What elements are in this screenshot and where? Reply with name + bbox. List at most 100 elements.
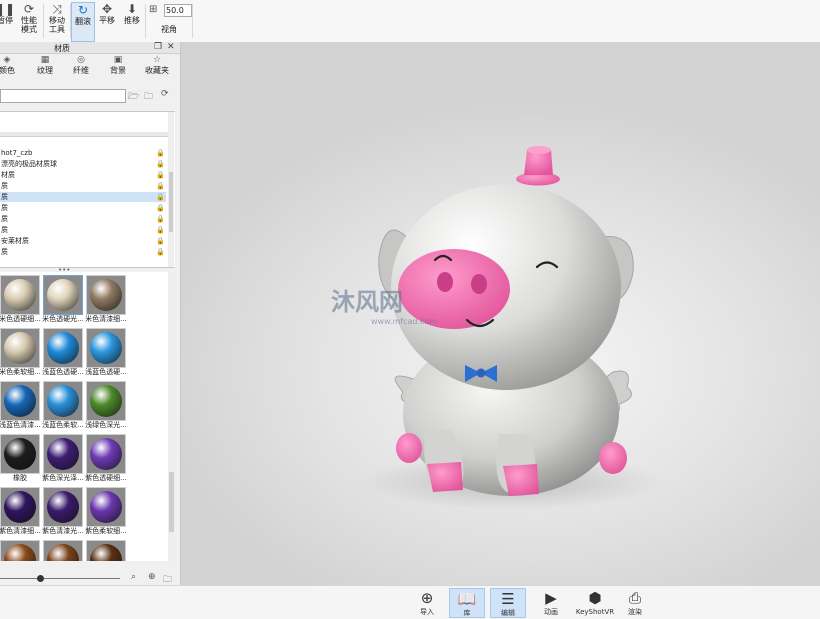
tree-row[interactable]: 质 🔒 xyxy=(0,225,166,235)
tab-fibers[interactable]: ◎ 纤维 xyxy=(66,55,96,75)
material-ball xyxy=(90,385,122,417)
watermark-text: 沐风网 xyxy=(331,288,403,316)
tree-row[interactable]: 质 🔒 xyxy=(0,203,166,213)
material-label: 浅蓝色清漆... xyxy=(0,421,41,429)
right-nostril xyxy=(471,274,487,294)
edit-button[interactable]: ☰ 编辑 xyxy=(490,588,526,618)
material-library-panel: 材质 ❐ ✕ ◈ 颜色 ▦ 纹理 ◎ 纤维 ▣ 背景 ☆ 收藏夹 🗁 🗀 ⟳ h… xyxy=(0,42,181,585)
material-preview xyxy=(0,275,40,315)
fiber-icon: ◎ xyxy=(77,55,85,65)
library-button[interactable]: 📖 库 xyxy=(449,588,485,618)
material-ball xyxy=(90,438,122,470)
pause-button[interactable]: ❚❚ 暂停 xyxy=(0,2,16,40)
keyshotvr-label: KeyShotVR xyxy=(575,608,615,616)
material-thumbnail-grid: 米色透硬细... 米色透硬光... 米色清漆细... 米色柔软细... 浅蓝色透硬...… xyxy=(0,272,168,561)
tree-row[interactable]: 质 🔒 xyxy=(0,247,166,257)
material-ball xyxy=(90,332,122,364)
material-thumbnail[interactable]: 浅蓝色柔软... xyxy=(41,381,85,433)
tab-favorites[interactable]: ☆ 收藏夹 xyxy=(140,55,174,75)
material-ball xyxy=(47,332,79,364)
material-thumbnail[interactable]: 紫色深光泽... xyxy=(41,434,85,486)
grid-scrollbar[interactable] xyxy=(168,272,175,561)
performance-mode-icon: ⟳ xyxy=(23,2,35,16)
material-thumbnail[interactable]: 浅蓝色清漆... xyxy=(0,381,42,433)
material-thumbnail[interactable]: 米色柔软细... xyxy=(0,328,42,380)
material-ball xyxy=(47,279,79,311)
material-ball xyxy=(47,438,79,470)
toolbar-separator xyxy=(43,4,44,38)
material-thumbnail[interactable]: 紫色透硬细... xyxy=(84,434,128,486)
material-thumbnail[interactable] xyxy=(84,540,128,561)
material-thumbnail[interactable]: 米色清漆细... xyxy=(84,275,128,327)
material-label: 浅蓝色透硬... xyxy=(85,368,127,376)
material-thumbnail[interactable]: 米色透硬光... xyxy=(41,275,85,327)
material-thumbnail[interactable]: 紫色柔软细... xyxy=(84,487,128,539)
material-thumbnail[interactable] xyxy=(0,540,42,561)
grid-scroll-thumb[interactable] xyxy=(169,472,174,532)
tree-row[interactable]: 质 🔒 xyxy=(0,214,166,224)
main-toolbar: ❚❚ 暂停 ⟳ 性能 模式 ⤨ 移动 工具 ↻ 翻滚 ✥ 平移 ⬇ 推移 ⊞ 5… xyxy=(0,0,820,43)
tab-colors[interactable]: ◈ 颜色 xyxy=(0,55,22,75)
slider-knob[interactable] xyxy=(36,575,44,582)
material-ball xyxy=(4,544,36,561)
keyshotvr-button[interactable]: ⬢ KeyShotVR xyxy=(574,588,616,618)
camera-angle-icon: ⊞ xyxy=(149,4,158,15)
material-thumbnail[interactable] xyxy=(41,540,85,561)
tree-row[interactable]: 质 🔒 xyxy=(0,192,166,202)
undock-icon[interactable]: ❐ xyxy=(154,42,162,52)
tree-scroll-thumb[interactable] xyxy=(169,172,173,232)
material-preview xyxy=(86,275,126,315)
tab-textures[interactable]: ▦ 纹理 xyxy=(30,55,60,75)
material-label: 浅蓝色柔软... xyxy=(42,421,84,429)
material-ball xyxy=(90,491,122,523)
material-ball xyxy=(4,279,36,311)
material-preview xyxy=(0,540,40,561)
material-thumbnail[interactable]: 浅蓝色透硬... xyxy=(41,328,85,380)
tree-row[interactable]: 漂亮的极品材质球 🔒 xyxy=(0,159,166,169)
material-preview xyxy=(0,434,40,474)
library-icon: 📖 xyxy=(457,590,477,608)
zoom-icon[interactable]: ⌕ xyxy=(131,572,136,582)
tab-backgrounds[interactable]: ▣ 背景 xyxy=(103,55,133,75)
tumble-button[interactable]: ↻ 翻滚 xyxy=(71,2,95,42)
animation-label: 动画 xyxy=(544,608,558,616)
material-thumbnail[interactable]: 浅绿色深光... xyxy=(84,381,128,433)
move-tool-button[interactable]: ⤨ 移动 工具 xyxy=(46,2,68,40)
tab-fibers-label: 纤维 xyxy=(73,66,89,75)
close-icon[interactable]: ✕ xyxy=(167,42,175,52)
tree-row[interactable]: hot7_czb 🔒 xyxy=(0,148,166,158)
material-ball xyxy=(90,544,122,561)
tree-row[interactable]: 质 🔒 xyxy=(0,181,166,191)
tree-row[interactable]: 安莱材质 🔒 xyxy=(0,236,166,246)
performance-mode-label: 性能 模式 xyxy=(21,16,37,34)
material-thumbnail[interactable]: 米色透硬细... xyxy=(0,275,42,327)
import-icon: ⊕ xyxy=(420,589,434,607)
open-folder-icon[interactable]: 🗁 xyxy=(128,89,139,105)
import-button[interactable]: ⊕ 导入 xyxy=(409,588,445,618)
dolly-button[interactable]: ⬇ 推移 xyxy=(121,2,143,40)
render-button[interactable]: ⎙ 渲染 xyxy=(617,588,653,618)
edit-label: 编辑 xyxy=(501,609,515,617)
material-thumbnail[interactable]: 紫色清漆光... xyxy=(41,487,85,539)
material-thumbnail[interactable]: 紫色清漆细... xyxy=(0,487,42,539)
tree-row-label: hot7_czb xyxy=(1,149,33,157)
material-thumbnail[interactable]: 橡胶 xyxy=(0,434,42,486)
view-angle-input[interactable]: 50.0 xyxy=(164,4,192,17)
pan-button[interactable]: ✥ 平移 xyxy=(96,2,118,40)
tree-row[interactable]: 材质 🔒 xyxy=(0,170,166,180)
tumble-icon: ↻ xyxy=(77,3,89,17)
left-nostril xyxy=(437,272,453,292)
refresh-icon[interactable]: ⟳ xyxy=(161,89,169,99)
thumbnail-size-slider[interactable]: ⌕ ⊕ 🗀 xyxy=(0,572,180,585)
pause-label: 暂停 xyxy=(0,16,13,25)
search-input[interactable] xyxy=(0,89,126,103)
material-thumbnail[interactable]: 浅蓝色透硬... xyxy=(84,328,128,380)
tree-scrollbar[interactable] xyxy=(168,112,174,267)
render-viewport[interactable]: 沐风网 www.mfcad.com xyxy=(181,42,820,585)
upload-icon[interactable]: ⊕ xyxy=(148,572,156,582)
import-label: 导入 xyxy=(420,608,434,616)
material-label: 米色清漆细... xyxy=(85,315,127,323)
performance-mode-button[interactable]: ⟳ 性能 模式 xyxy=(18,2,40,40)
new-folder-icon[interactable]: 🗀 xyxy=(144,89,153,105)
animation-button[interactable]: ▶ 动画 xyxy=(533,588,569,618)
